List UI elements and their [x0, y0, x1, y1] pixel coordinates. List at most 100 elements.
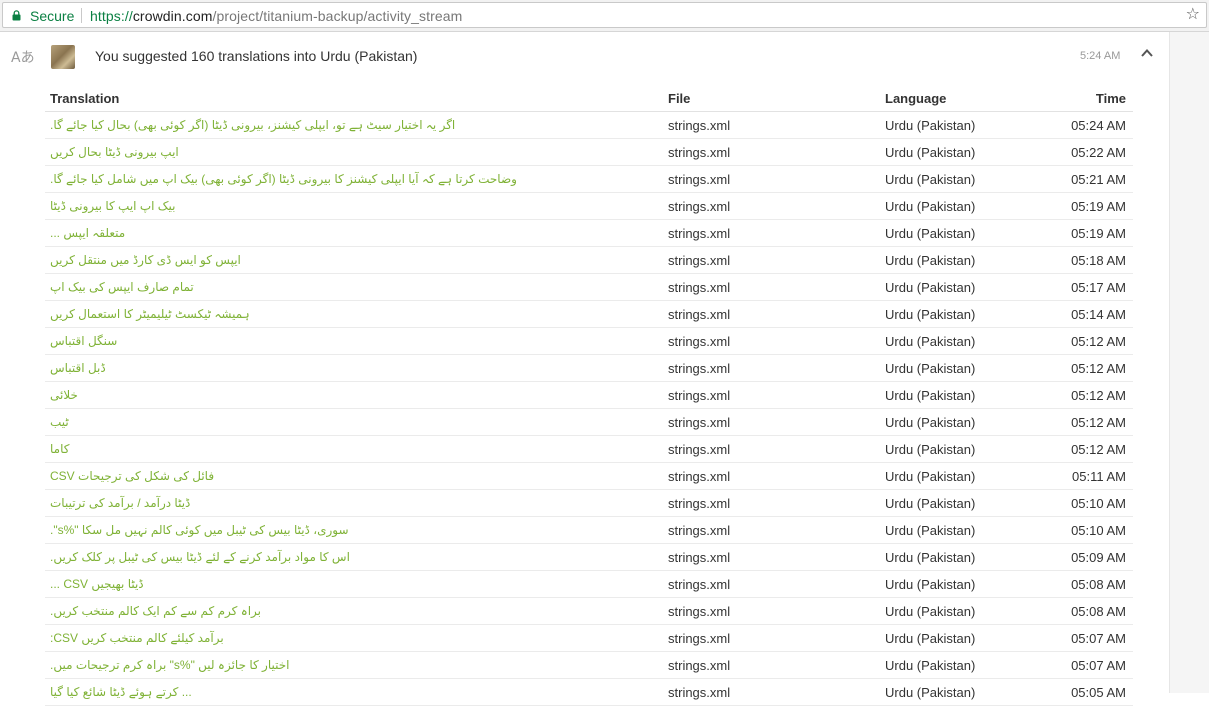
translation-link[interactable]: اگر یہ اختیار سیٹ ہے تو، ایپلی کیشنز، بی… — [50, 118, 455, 132]
table-header: Translation File Language Time — [45, 86, 1133, 112]
translation-link[interactable]: اس کا مواد برآمد کرنے کے لئے ڈیٹا بیس کی… — [50, 550, 350, 564]
language-cell: Urdu (Pakistan) — [885, 118, 976, 133]
file-cell: strings.xml — [668, 199, 731, 214]
language-cell: Urdu (Pakistan) — [885, 199, 976, 214]
translation-link[interactable]: ڈیٹا بھیجیں CSV ... — [50, 577, 144, 591]
file-cell: strings.xml — [668, 118, 731, 133]
table-row: اگر یہ اختیار سیٹ ہے تو، ایپلی کیشنز، بی… — [45, 112, 1133, 139]
time-cell: 05:07 AM — [1071, 658, 1126, 673]
star-icon[interactable]: ☆ — [1186, 6, 1200, 24]
file-cell: strings.xml — [668, 577, 731, 592]
table-row: وضاحت کرتا ہے کہ آیا ایپلی کیشنز کا بیرو… — [45, 166, 1133, 193]
activity-time: 5:24 AM — [1080, 50, 1121, 62]
url-scheme: https:// — [90, 8, 133, 24]
translation-link[interactable]: متعلقہ ایپس ... — [50, 226, 125, 240]
table-row: کاما strings.xml Urdu (Pakistan) 05:12 AM — [45, 436, 1133, 463]
translation-link[interactable]: اختیار کا جائزہ لیں "%s" براہ کرم ترجیحا… — [50, 658, 289, 672]
time-cell: 05:19 AM — [1071, 199, 1126, 214]
translations-table: Translation File Language Time اگر یہ اخ… — [45, 86, 1133, 706]
table-row: سنگل اقتباس strings.xml Urdu (Pakistan) 05:… — [45, 328, 1133, 355]
language-cell: Urdu (Pakistan) — [885, 658, 976, 673]
table-row: ڈیٹا بھیجیں CSV ... strings.xml Urdu (Paki… — [45, 571, 1133, 598]
table-row: سوری، ڈیٹا بیس کی ٹیبل میں کوئی کالم نہی… — [45, 517, 1133, 544]
language-cell: Urdu (Pakistan) — [885, 577, 976, 592]
language-cell: Urdu (Pakistan) — [885, 172, 976, 187]
column-header-file: File — [668, 91, 691, 106]
table-row: متعلقہ ایپس ... strings.xml Urdu (Pakistan… — [45, 220, 1133, 247]
activity-headline: You suggested 160 translations into Urdu… — [95, 48, 418, 64]
language-cell: Urdu (Pakistan) — [885, 550, 976, 565]
table-row: خلائی strings.xml Urdu (Pakistan) 05:12 AM — [45, 382, 1133, 409]
translation-link[interactable]: ہمیشہ ٹیکسٹ ٹیلیمیٹر کا استعمال کریں — [50, 307, 250, 321]
time-cell: 05:12 AM — [1071, 361, 1126, 376]
table-row: ٹیب strings.xml Urdu (Pakistan) 05:12 AM — [45, 409, 1133, 436]
translation-link[interactable]: ایپ بیرونی ڈیٹا بحال کریں — [50, 145, 179, 159]
language-cell: Urdu (Pakistan) — [885, 442, 976, 457]
translation-link[interactable]: ڈیٹا درآمد / برآمد کی ترتیبات — [50, 496, 190, 510]
translation-link[interactable]: براہ کرم کم سے کم ایک کالم منتخب کریں. — [50, 604, 261, 618]
table-row: بیک اپ ایپ کا بیرونی ڈیٹا strings.xml Urdu… — [45, 193, 1133, 220]
time-cell: 05:24 AM — [1071, 118, 1126, 133]
language-cell: Urdu (Pakistan) — [885, 253, 976, 268]
file-cell: strings.xml — [668, 307, 731, 322]
chevron-up-icon[interactable] — [1140, 46, 1154, 60]
column-header-language: Language — [885, 91, 947, 106]
time-cell: 05:07 AM — [1071, 631, 1126, 646]
translation-link[interactable]: تمام صارف ایپس کی بیک اپ — [50, 280, 194, 294]
page-gutter — [1170, 32, 1209, 693]
language-cell: Urdu (Pakistan) — [885, 226, 976, 241]
time-cell: 05:09 AM — [1071, 550, 1126, 565]
translation-link[interactable]: ایپس کو ایس ڈی کارڈ میں منتقل کریں — [50, 253, 241, 267]
file-cell: strings.xml — [668, 631, 731, 646]
url-field[interactable]: Secure https://crowdin.com/project/titan… — [2, 2, 1207, 28]
table-row: برآمد کیلئے کالم منتخب کریں CSV: strings.… — [45, 625, 1133, 652]
file-cell: strings.xml — [668, 442, 731, 457]
file-cell: strings.xml — [668, 604, 731, 619]
translation-link[interactable]: سنگل اقتباس — [50, 334, 117, 348]
table-row: براہ کرم کم سے کم ایک کالم منتخب کریں. st… — [45, 598, 1133, 625]
table-row: ایپس کو ایس ڈی کارڈ میں منتقل کریں string… — [45, 247, 1133, 274]
translation-link[interactable]: بیک اپ ایپ کا بیرونی ڈیٹا — [50, 199, 176, 213]
translation-link[interactable]: ٹیب — [50, 415, 69, 429]
time-cell: 05:10 AM — [1071, 523, 1126, 538]
time-cell: 05:12 AM — [1071, 388, 1126, 403]
table-row: ایپ بیرونی ڈیٹا بحال کریں strings.xml Urdu… — [45, 139, 1133, 166]
file-cell: strings.xml — [668, 496, 731, 511]
table-row: ہمیشہ ٹیکسٹ ٹیلیمیٹر کا استعمال کریں stri… — [45, 301, 1133, 328]
time-cell: 05:11 AM — [1072, 469, 1126, 484]
translation-link[interactable]: فائل کی شکل کی ترجیحات CSV — [50, 469, 214, 483]
translation-link[interactable]: ڈبل اقتباس — [50, 361, 106, 375]
language-cell: Urdu (Pakistan) — [885, 307, 976, 322]
language-cell: Urdu (Pakistan) — [885, 523, 976, 538]
language-cell: Urdu (Pakistan) — [885, 388, 976, 403]
browser-address-bar: Secure https://crowdin.com/project/titan… — [0, 0, 1209, 32]
time-cell: 05:08 AM — [1071, 604, 1126, 619]
column-header-translation: Translation — [50, 91, 120, 106]
time-cell: 05:10 AM — [1071, 496, 1126, 511]
translation-link[interactable]: سوری، ڈیٹا بیس کی ٹیبل میں کوئی کالم نہی… — [50, 523, 349, 537]
time-cell: 05:19 AM — [1071, 226, 1126, 241]
table-row: ڈبل اقتباس strings.xml Urdu (Pakistan) 05:1… — [45, 355, 1133, 382]
file-cell: strings.xml — [668, 658, 731, 673]
file-cell: strings.xml — [668, 226, 731, 241]
time-cell: 05:18 AM — [1071, 253, 1126, 268]
translation-link[interactable]: برآمد کیلئے کالم منتخب کریں CSV: — [50, 631, 224, 645]
column-header-time: Time — [1095, 91, 1126, 106]
url-text[interactable]: https://crowdin.com/project/titanium-bac… — [90, 8, 462, 24]
translation-link[interactable]: خلائی — [50, 388, 78, 402]
translation-link[interactable]: وضاحت کرتا ہے کہ آیا ایپلی کیشنز کا بیرو… — [50, 172, 517, 186]
url-host: crowdin.com — [132, 8, 213, 24]
file-cell: strings.xml — [668, 280, 731, 295]
translation-link[interactable]: ... کرتے ہوئے ڈیٹا شائع کیا گیا — [50, 685, 192, 699]
table-body: اگر یہ اختیار سیٹ ہے تو، ایپلی کیشنز، بی… — [45, 112, 1133, 706]
language-cell: Urdu (Pakistan) — [885, 145, 976, 160]
time-cell: 05:12 AM — [1071, 442, 1126, 457]
language-cell: Urdu (Pakistan) — [885, 604, 976, 619]
table-row: اختیار کا جائزہ لیں "%s" براہ کرم ترجیحا… — [45, 652, 1133, 679]
avatar[interactable] — [51, 45, 75, 69]
translation-link[interactable]: کاما — [50, 442, 69, 456]
url-path: /project/titanium-backup/activity_stream — [212, 8, 463, 24]
translate-icon: Aあ — [11, 50, 35, 66]
table-row: ڈیٹا درآمد / برآمد کی ترتیبات strings.xml… — [45, 490, 1133, 517]
file-cell: strings.xml — [668, 361, 731, 376]
